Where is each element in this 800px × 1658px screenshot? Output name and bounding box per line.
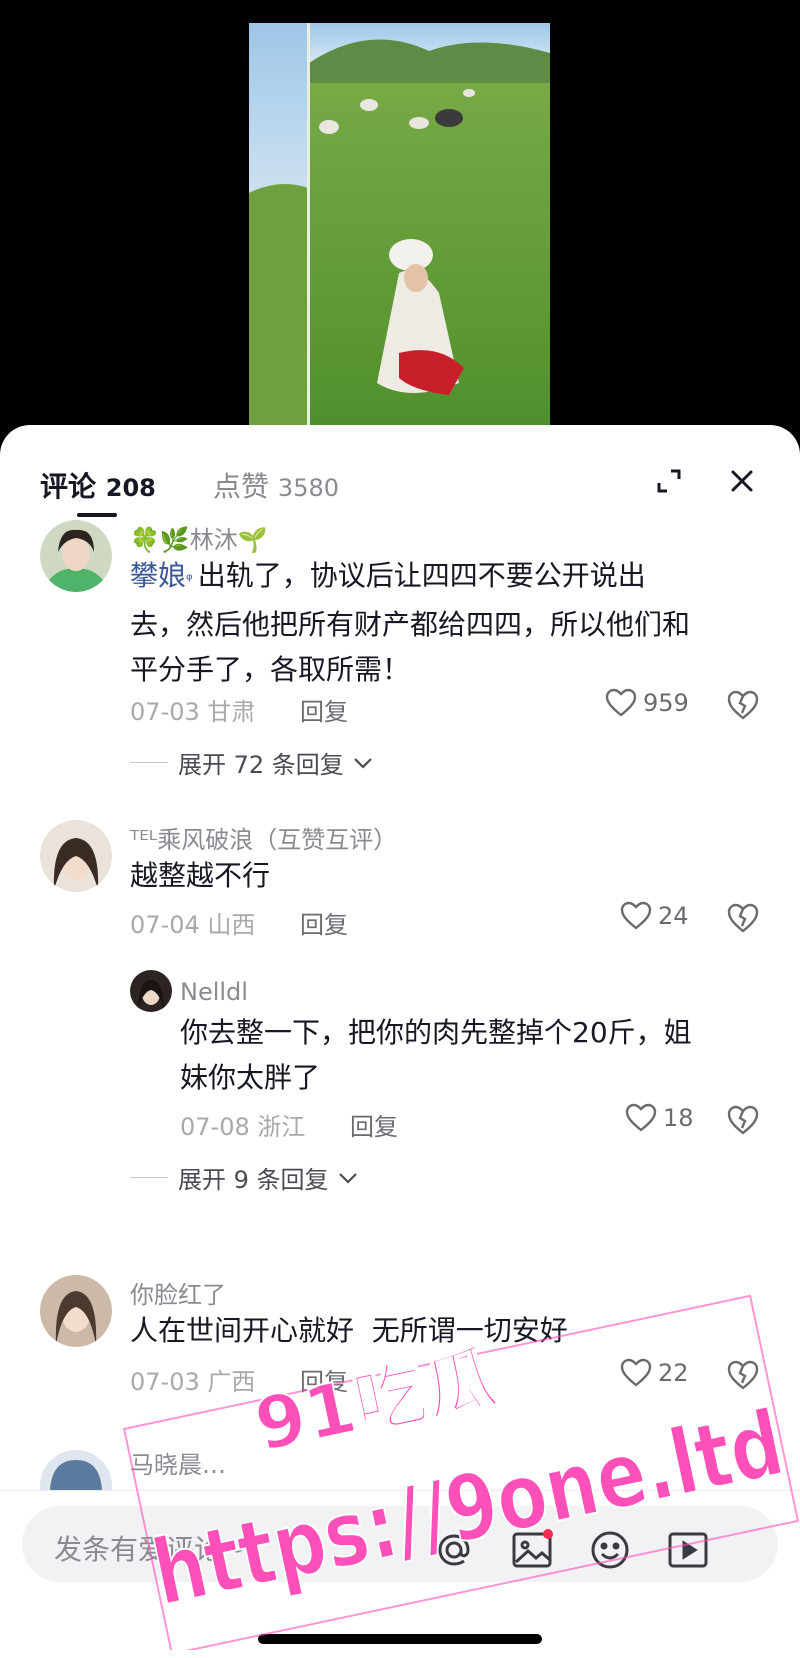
divider — [130, 762, 168, 763]
comment-meta: 07-04 山西 — [130, 905, 255, 940]
avatar[interactable] — [40, 520, 112, 592]
expand-replies-label: 展开 9 条回复 — [178, 1166, 329, 1194]
comment-date: 07-03 — [130, 698, 200, 726]
expand-replies-button[interactable]: 展开 9 条回复 — [130, 1160, 359, 1195]
comment-date: 07-04 — [130, 911, 200, 939]
comment-username[interactable]: 🍀🌿林沐🌱 — [130, 520, 268, 555]
avatar[interactable] — [40, 1450, 112, 1490]
active-tab-indicator — [77, 513, 117, 517]
comment-location: 甘肃 — [207, 698, 256, 726]
tab-likes-label: 点赞 — [213, 470, 270, 503]
close-icon — [731, 470, 753, 492]
comment-text: 攀娘ᵠ 出轨了，协议后让四四不要公开说出 去，然后他把所有财产都给四四，所以他们… — [130, 553, 770, 692]
comment-text-line: 去，然后他把所有财产都给四四，所以他们和 — [130, 608, 691, 641]
reply-meta: 07-08 浙江 — [180, 1107, 305, 1142]
reply-location: 浙江 — [257, 1113, 306, 1141]
comment-item: 🍀🌿林沐🌱 攀娘ᵠ 出轨了，协议后让四四不要公开说出 去，然后他把所有财产都给四… — [0, 520, 800, 820]
comment-item: ᵀᴱᴸ乘风破浪（互赞互评） 越整越不行 07-04 山西 回复 24 Nelld… — [0, 820, 800, 1220]
divider — [130, 1177, 168, 1178]
reply-username[interactable]: Nelldl — [180, 978, 248, 1006]
dislike-icon[interactable] — [726, 688, 760, 722]
tab-likes-count: 3580 — [277, 474, 339, 502]
expand-replies-label: 展开 72 条回复 — [178, 751, 344, 779]
like-button[interactable]: 18 — [625, 1103, 694, 1133]
like-count: 959 — [643, 689, 689, 717]
avatar[interactable] — [130, 970, 172, 1012]
comment-text: 越整越不行 — [130, 859, 271, 892]
avatar[interactable] — [40, 820, 112, 892]
reply-text-line: 你去整一下，把你的肉先整掉个20斤，姐 — [180, 1016, 692, 1049]
comment-text-line: 平分手了，各取所需！ — [130, 653, 411, 686]
dislike-icon[interactable] — [726, 901, 760, 935]
video-player[interactable] — [0, 0, 800, 440]
tab-comments-label: 评论 — [40, 470, 97, 503]
video-frame[interactable] — [249, 23, 550, 440]
like-button[interactable]: 24 — [620, 901, 689, 931]
search-icon: ᵠ — [186, 570, 198, 589]
comment-mention[interactable]: 攀娘 — [130, 559, 186, 592]
close-button[interactable] — [724, 463, 760, 499]
chevron-down-icon — [338, 1172, 357, 1184]
comment-location: 山西 — [207, 911, 256, 939]
dislike-icon[interactable] — [726, 1103, 760, 1137]
watermark-line1: 91吃瓜 — [248, 1335, 504, 1468]
watermark: 91吃瓜 https://9one.ltd — [122, 1294, 800, 1650]
expand-icon — [657, 469, 681, 493]
tab-comments-count: 208 — [105, 474, 156, 502]
reply-button[interactable]: 回复 — [300, 692, 348, 727]
heart-icon — [605, 688, 637, 717]
avatar[interactable] — [40, 1275, 112, 1347]
tab-comments[interactable]: 评论 208 — [40, 465, 156, 505]
like-button[interactable]: 959 — [605, 688, 689, 718]
expand-replies-button[interactable]: 展开 72 条回复 — [130, 745, 374, 780]
comment-text-line: 出轨了，协议后让四四不要公开说出 — [197, 559, 646, 592]
like-count: 18 — [663, 1104, 694, 1132]
heart-icon — [625, 1103, 657, 1132]
reply-date: 07-08 — [180, 1113, 250, 1141]
reply-text: 你去整一下，把你的肉先整掉个20斤，姐 妹你太胖了 — [180, 1010, 770, 1100]
comment-username[interactable]: ᵀᴱᴸ乘风破浪（互赞互评） — [130, 820, 397, 855]
reply-button[interactable]: 回复 — [350, 1107, 398, 1142]
chevron-down-icon — [354, 757, 372, 769]
reply-button[interactable]: 回复 — [300, 905, 348, 940]
comment-tabs: 评论 208 点赞 3580 — [0, 425, 800, 517]
like-count: 24 — [658, 902, 689, 930]
heart-icon — [620, 901, 652, 930]
comment-meta: 07-03 甘肃 — [130, 692, 255, 727]
expand-button[interactable] — [651, 463, 687, 499]
reply-text-line: 妹你太胖了 — [180, 1061, 321, 1094]
tab-likes[interactable]: 点赞 3580 — [213, 465, 339, 505]
